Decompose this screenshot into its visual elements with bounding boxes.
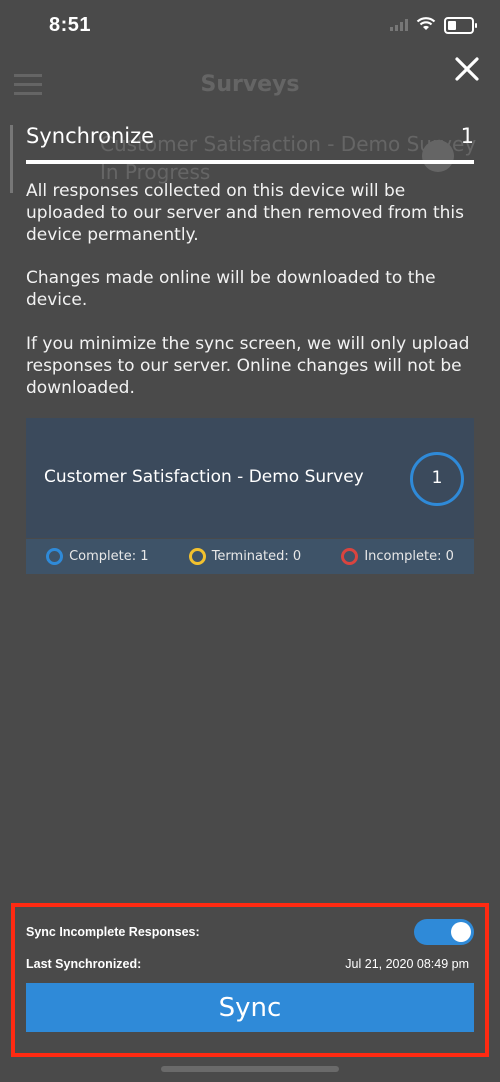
description-minimize: If you minimize the sync screen, we will… [26, 334, 470, 398]
home-indicator[interactable] [161, 1066, 339, 1072]
sync-incomplete-toggle[interactable] [414, 919, 474, 945]
battery-icon [444, 17, 477, 34]
survey-card[interactable]: Customer Satisfaction - Demo Survey 1 [26, 418, 474, 538]
background-title: Surveys [200, 72, 300, 97]
survey-count: 1 [431, 468, 443, 488]
complete-status-icon [46, 548, 64, 565]
page-title: Synchronize [26, 124, 155, 148]
last-synchronized-value: Jul 21, 2020 08:49 pm [345, 957, 469, 971]
scrollbar-indicator [10, 125, 13, 193]
toggle-knob [451, 922, 471, 942]
survey-count-ring: 1 [410, 452, 464, 506]
status-legend: Complete: 1 Terminated: 0 Incomplete: 0 [26, 539, 474, 574]
description-download: Changes made online will be downloaded t… [26, 268, 436, 310]
terminated-status-icon [188, 548, 206, 565]
legend-incomplete: Incomplete: 0 [341, 548, 454, 565]
incomplete-status-icon [341, 548, 359, 565]
legend-incomplete-label: Incomplete: 0 [364, 549, 454, 564]
sync-incomplete-label: Sync Incomplete Responses: [26, 925, 200, 939]
legend-terminated: Terminated: 0 [188, 548, 302, 565]
status-time: 8:51 [49, 14, 92, 36]
sync-button[interactable]: Sync [26, 983, 474, 1032]
legend-complete: Complete: 1 [46, 548, 149, 565]
last-synchronized-label: Last Synchronized: [26, 957, 142, 971]
close-icon [455, 57, 479, 81]
wifi-icon [416, 16, 436, 35]
status-icons [390, 16, 477, 35]
close-button[interactable] [450, 52, 484, 86]
description-upload: All responses collected on this device w… [26, 181, 465, 245]
sync-header: Synchronize 1 [26, 124, 474, 164]
legend-complete-label: Complete: 1 [69, 549, 149, 564]
signal-icon [390, 16, 408, 35]
header-count: 1 [460, 124, 474, 148]
legend-terminated-label: Terminated: 0 [211, 549, 302, 564]
survey-title: Customer Satisfaction - Demo Survey [44, 467, 364, 487]
